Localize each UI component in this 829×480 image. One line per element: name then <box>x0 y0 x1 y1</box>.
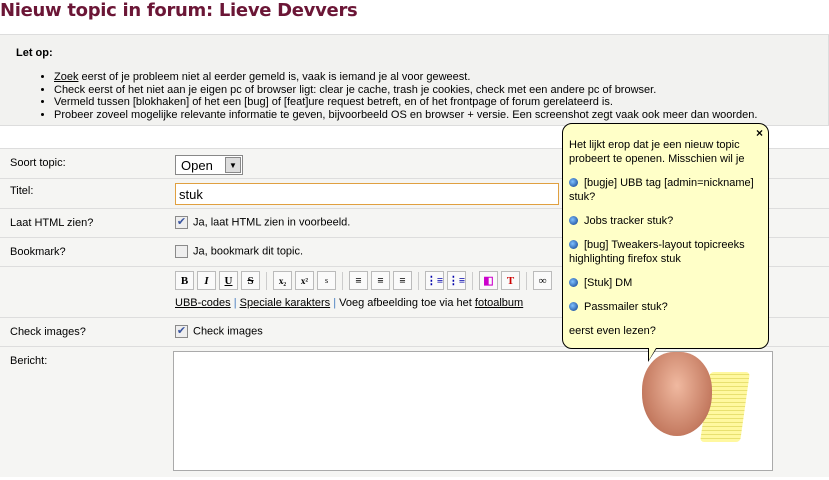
suggestion-item[interactable]: Jobs tracker stuk? <box>569 214 762 228</box>
link-icon[interactable]: ∞ <box>533 271 552 290</box>
html-text: Ja, laat HTML zien in voorbeeld. <box>193 216 351 229</box>
soort-label: Soort topic: <box>10 157 66 169</box>
numbered-list-icon[interactable]: ⋮≡ <box>447 271 466 290</box>
bookmark-label: Bookmark? <box>10 246 66 258</box>
check-images-checkbox[interactable]: ✔ <box>175 325 188 338</box>
close-icon[interactable]: × <box>756 126 763 140</box>
titel-label: Titel: <box>10 185 34 197</box>
bericht-label: Bericht: <box>10 355 48 367</box>
superscript-button[interactable]: x² <box>295 271 314 290</box>
zoek-link[interactable]: Zoek <box>54 71 78 83</box>
page-title: Nieuw topic in forum: Lieve Devvers <box>0 0 358 21</box>
notice-heading: Let op: <box>16 47 53 59</box>
text-color-icon[interactable]: T <box>501 271 520 290</box>
strike-button[interactable]: S <box>241 271 260 290</box>
subscript-button[interactable]: x₂ <box>273 271 292 290</box>
suggestion-item[interactable]: Passmailer stuk? <box>569 300 762 314</box>
fill-color-icon[interactable]: ◧ <box>479 271 498 290</box>
bookmark-checkbox[interactable] <box>175 245 188 258</box>
speciale-karakters-link[interactable]: Speciale karakters <box>240 297 331 309</box>
suggestion-item[interactable]: [bugje] UBB tag [admin=nickname] stuk? <box>569 176 762 204</box>
ubb-toolbar: B I U S x₂ x² s ≡ ≡ ≡ ⋮≡ ⋮≡ ◧ T ∞ <box>175 271 552 290</box>
notice-item: Probeer zoveel mogelijke relevante infor… <box>54 109 757 122</box>
html-label: Laat HTML zien? <box>10 217 94 229</box>
suggestion-item[interactable]: [bug] Tweakers-layout topicreeks highlig… <box>569 238 762 266</box>
underline-button[interactable]: U <box>219 271 238 290</box>
bullet-icon <box>569 278 578 287</box>
notice-item: Zoek eerst of je probleem niet al eerder… <box>54 71 757 84</box>
assistant-avatar <box>642 352 712 436</box>
italic-button[interactable]: I <box>197 271 216 290</box>
bullet-list-icon[interactable]: ⋮≡ <box>425 271 444 290</box>
separator: | <box>233 297 237 309</box>
suggestion-item[interactable]: [Stuk] DM <box>569 276 762 290</box>
html-checkbox[interactable]: ✔ <box>175 216 188 229</box>
suggestion-link[interactable]: [bugje] UBB tag [admin=nickname] stuk? <box>569 177 754 203</box>
soort-value: Open <box>181 157 213 173</box>
suggestion-link[interactable]: [bug] Tweakers-layout topicreeks highlig… <box>569 239 745 265</box>
bullet-icon <box>569 178 578 187</box>
notice-item: Vermeld tussen [blokhaken] of het een [b… <box>54 96 757 109</box>
notice-item: Check eerst of het niet aan je eigen pc … <box>54 84 757 97</box>
small-button[interactable]: s <box>317 271 336 290</box>
align-center-icon[interactable]: ≡ <box>371 271 390 290</box>
bullet-icon <box>569 240 578 249</box>
fotoalbum-link[interactable]: fotoalbum <box>475 297 523 309</box>
soort-select[interactable]: Open ▼ <box>175 155 243 175</box>
notice-box: Let op: Zoek eerst of je probleem niet a… <box>0 34 829 126</box>
check-images-label: Check images? <box>10 326 86 338</box>
bookmark-text: Ja, bookmark dit topic. <box>193 245 304 258</box>
tooltip-intro: Het lijkt erop dat je een nieuw topic pr… <box>569 139 745 165</box>
check-images-text: Check images <box>193 325 263 338</box>
bullet-icon <box>569 216 578 225</box>
tooltip-outro: eerst even lezen? <box>569 325 656 337</box>
titel-input[interactable] <box>175 183 559 205</box>
ubb-codes-link[interactable]: UBB-codes <box>175 297 231 309</box>
suggestion-link[interactable]: Jobs tracker stuk? <box>584 215 673 227</box>
notice-list: Zoek eerst of je probleem niet al eerder… <box>40 71 757 121</box>
align-right-icon[interactable]: ≡ <box>393 271 412 290</box>
afbeelding-text: Voeg afbeelding toe via het <box>336 297 475 309</box>
suggestion-link[interactable]: Passmailer stuk? <box>584 301 668 313</box>
bullet-icon <box>569 302 578 311</box>
bold-button[interactable]: B <box>175 271 194 290</box>
suggestion-link[interactable]: [Stuk] DM <box>584 277 632 289</box>
suggestion-tooltip: × Het lijkt erop dat je een nieuw topic … <box>562 123 769 362</box>
align-left-icon[interactable]: ≡ <box>349 271 368 290</box>
notice-text: eerst of je probleem niet al eerder geme… <box>78 71 471 83</box>
chevron-down-icon[interactable]: ▼ <box>225 157 241 173</box>
editor-links: UBB-codes | Speciale karakters | Voeg af… <box>175 297 552 309</box>
